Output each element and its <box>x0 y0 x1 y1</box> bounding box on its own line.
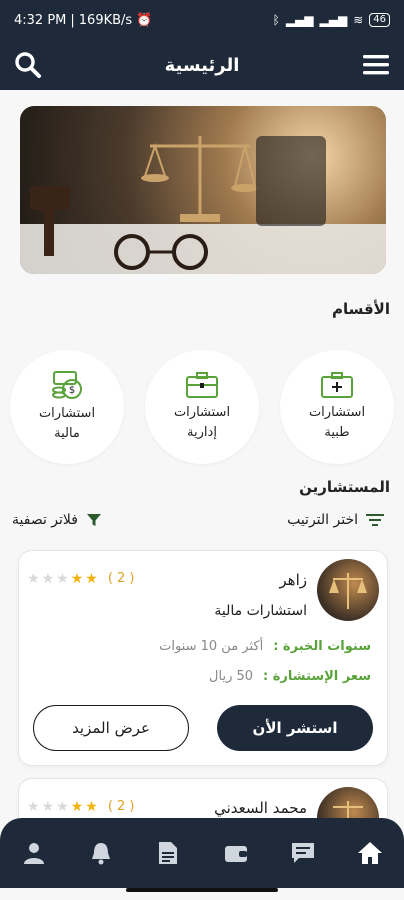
bottom-nav <box>0 818 404 888</box>
consultants-title: المستشارين <box>299 478 390 496</box>
show-more-button[interactable]: عرض المزيد <box>33 705 189 751</box>
home-icon[interactable] <box>350 833 390 873</box>
rating: ★ ★ ★ ★ ★ ( 2 ) <box>27 571 135 586</box>
status-left: 4:32 PM | 169KB/s ⏰ <box>14 12 153 28</box>
search-icon[interactable] <box>12 49 44 81</box>
app-bar: الرئيسية <box>0 40 404 90</box>
sort-label: اختر الترتيب <box>287 512 358 528</box>
signal-icon-2: ▂▄▆ <box>319 13 348 27</box>
star-rating: ★ ★ ★ ★ ★ <box>27 572 98 586</box>
star-icon: ★ <box>56 570 69 587</box>
filter-bar: فلاتر تصفية اختر الترتيب <box>0 506 404 534</box>
experience-label: سنوات الخبرة : <box>273 639 371 654</box>
medical-kit-icon <box>321 372 353 398</box>
category-medical[interactable]: استشارات طبية <box>280 350 394 464</box>
status-time: 4:32 PM <box>14 12 67 28</box>
rating-count: ( 2 ) <box>107 799 135 814</box>
status-bar: 4:32 PM | 169KB/s ⏰ ᛒ ▂▄▆ ▂▄▆ ≋ 46 <box>0 0 404 40</box>
consult-now-button[interactable]: استشر الأن <box>217 705 373 751</box>
category-label: استشارات طبية <box>308 405 366 440</box>
svg-text:$: $ <box>69 385 75 396</box>
battery-icon: 46 <box>369 13 390 27</box>
bluetooth-icon: ᛒ <box>272 13 280 27</box>
consultant-card[interactable]: زاهر استشارات مالية ★ ★ ★ ★ ★ ( 2 ) سنوا… <box>18 550 388 766</box>
star-icon: ★ <box>41 798 55 815</box>
wallet-icon[interactable] <box>216 833 256 873</box>
consultant-field: استشارات مالية <box>214 603 307 619</box>
filter-label: فلاتر تصفية <box>12 512 78 528</box>
signal-icon: ▂▄▆ <box>285 13 314 27</box>
page-title: الرئيسية <box>164 54 240 76</box>
document-icon[interactable] <box>148 833 188 873</box>
wifi-icon: ≋ <box>353 13 364 27</box>
star-icon: ★ <box>27 798 40 815</box>
experience-value: أكثر من 10 سنوات <box>159 639 264 654</box>
star-icon: ★ <box>70 570 84 587</box>
category-label: استشارات إدارية <box>173 405 231 440</box>
consultant-name: زاهر <box>279 571 307 589</box>
money-coins-icon: $ <box>52 371 82 399</box>
avatar <box>317 559 379 621</box>
rating: ★ ★ ★ ★ ★ ( 2 ) <box>27 799 135 814</box>
price-value: 50 ريال <box>209 669 254 684</box>
alarm-icon: ⏰ <box>136 12 153 28</box>
sort-icon <box>366 514 384 526</box>
status-speed: 169KB/s <box>78 12 133 28</box>
price-row: سعر الإستشارة : 50 ريال <box>209 669 371 684</box>
briefcase-icon <box>186 372 218 398</box>
star-icon: ★ <box>27 570 40 587</box>
category-financial[interactable]: $ استشارات مالية <box>10 350 124 464</box>
profile-icon[interactable] <box>14 833 54 873</box>
bell-icon[interactable] <box>81 833 121 873</box>
hero-banner <box>20 106 386 274</box>
star-icon: ★ <box>85 570 98 587</box>
star-icon: ★ <box>70 798 84 815</box>
home-indicator[interactable] <box>126 888 278 892</box>
categories-title: الأقسام <box>331 300 390 318</box>
menu-icon[interactable] <box>360 49 392 81</box>
experience-row: سنوات الخبرة : أكثر من 10 سنوات <box>159 639 371 654</box>
star-icon: ★ <box>85 798 98 815</box>
star-icon: ★ <box>41 570 55 587</box>
filter-button[interactable]: فلاتر تصفية <box>12 512 102 528</box>
price-label: سعر الإستشارة : <box>263 669 371 684</box>
category-administrative[interactable]: استشارات إدارية <box>145 350 259 464</box>
category-label: استشارات مالية <box>38 406 96 441</box>
sort-button[interactable]: اختر الترتيب <box>287 512 384 528</box>
status-right: ᛒ ▂▄▆ ▂▄▆ ≋ 46 <box>273 13 390 27</box>
rating-count: ( 2 ) <box>107 571 135 586</box>
chat-icon[interactable] <box>283 833 323 873</box>
star-rating: ★ ★ ★ ★ ★ <box>27 800 98 814</box>
star-icon: ★ <box>56 798 69 815</box>
funnel-icon <box>86 514 101 526</box>
consultant-name: محمد السعدني <box>214 799 307 817</box>
